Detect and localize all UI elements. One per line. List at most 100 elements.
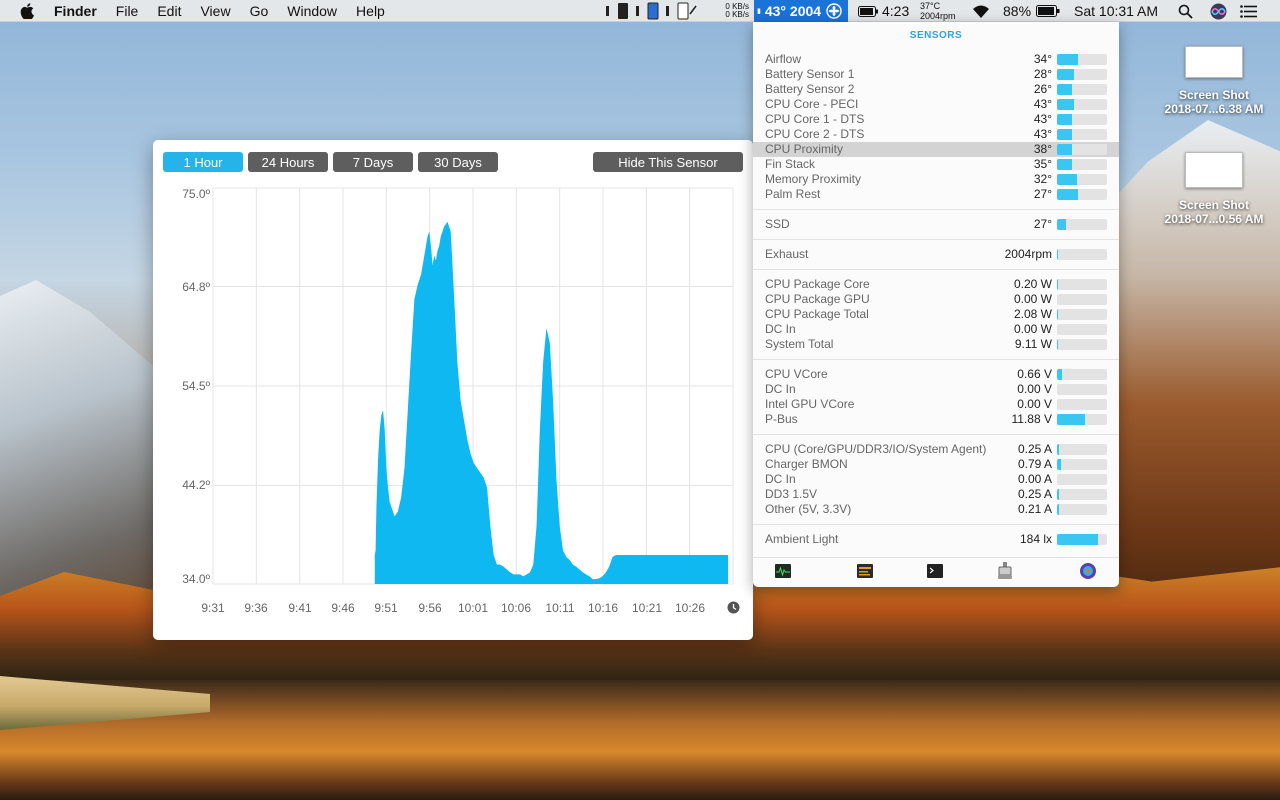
- temp-rpm-item[interactable]: 37°C 2004rpm: [920, 0, 956, 22]
- sensor-row[interactable]: Intel GPU VCore 0.00 V: [753, 397, 1119, 412]
- sensor-row[interactable]: Airflow 34°: [753, 52, 1119, 67]
- desktop-file-screenshot-1[interactable]: Screen Shot 2018-07...6.38 AM: [1158, 46, 1270, 116]
- sensor-level-fill: [1057, 504, 1059, 515]
- sensor-value: 0.25 A: [1017, 487, 1052, 501]
- battery-status[interactable]: 88%: [1003, 0, 1060, 22]
- notification-center-icon[interactable]: [1240, 0, 1257, 22]
- sensor-value: 43°: [1033, 112, 1052, 126]
- sensor-level-fill: [1057, 534, 1098, 545]
- temperature-area-chart: [212, 187, 734, 585]
- sensor-value: 26°: [1033, 82, 1052, 96]
- menu-window[interactable]: Window: [287, 3, 337, 19]
- sensor-value: 35°: [1033, 157, 1052, 171]
- sensor-row[interactable]: CPU Core - PECI 43°: [753, 97, 1119, 112]
- spotlight-search-icon[interactable]: [1178, 0, 1193, 22]
- sensor-label: Other (5V, 3.3V): [765, 502, 852, 516]
- sensor-row[interactable]: Battery Sensor 2 26°: [753, 82, 1119, 97]
- menu-file[interactable]: File: [116, 3, 139, 19]
- clock[interactable]: Sat 10:31 AM: [1074, 0, 1158, 22]
- clock-icon[interactable]: [727, 601, 740, 614]
- sensor-label: Exhaust: [765, 247, 809, 261]
- sensor-level-fill: [1057, 84, 1072, 95]
- sensor-level-bar: [1057, 369, 1107, 380]
- x-tick-label: 9:36: [244, 601, 268, 615]
- sensor-row[interactable]: CPU Proximity 38°: [753, 142, 1119, 157]
- sensor-level-bar: [1057, 534, 1107, 545]
- network-status[interactable]: 0 KB/s 0 KB/s: [714, 0, 749, 22]
- menu-help[interactable]: Help: [356, 3, 385, 19]
- file-name-line1: Screen Shot: [1178, 88, 1250, 102]
- sensor-row[interactable]: DC In 0.00 V: [753, 382, 1119, 397]
- x-tick-label: 9:46: [331, 601, 355, 615]
- sensor-row[interactable]: CPU Core 1 - DTS 43°: [753, 112, 1119, 127]
- sensor-row[interactable]: SSD 27°: [753, 217, 1119, 232]
- sensor-row[interactable]: Charger BMON 0.79 A: [753, 457, 1119, 472]
- sensors-title: SENSORS: [909, 30, 963, 41]
- system-information-icon[interactable]: [997, 562, 1013, 580]
- x-tick-label: 10:11: [545, 601, 575, 615]
- sensor-row[interactable]: CPU Package GPU 0.00 W: [753, 292, 1119, 307]
- status-meters[interactable]: [606, 0, 698, 22]
- sensor-label: Battery Sensor 1: [765, 67, 855, 81]
- sensor-row[interactable]: CPU Core 2 - DTS 43°: [753, 127, 1119, 142]
- sensor-level-bar: [1057, 249, 1107, 260]
- sensor-row[interactable]: Battery Sensor 1 28°: [753, 67, 1119, 82]
- sensor-row[interactable]: Memory Proximity 32°: [753, 172, 1119, 187]
- menu-edit[interactable]: Edit: [157, 3, 181, 19]
- sensor-row[interactable]: CPU Package Core 0.20 W: [753, 277, 1119, 292]
- terminal-icon[interactable]: [927, 564, 943, 578]
- file-thumbnail: [1185, 46, 1243, 78]
- sensor-row[interactable]: CPU Package Total 2.08 W: [753, 307, 1119, 322]
- sensor-value: 2004rpm: [1004, 247, 1052, 261]
- sensor-label: P-Bus: [765, 412, 798, 426]
- sensor-row[interactable]: Other (5V, 3.3V) 0.21 A: [753, 502, 1119, 517]
- sensor-label: CPU Package Core: [765, 277, 870, 291]
- battery-time-remaining: 4:23: [882, 3, 910, 19]
- sensor-level-fill: [1057, 444, 1059, 455]
- sensor-row[interactable]: Exhaust 2004rpm: [753, 247, 1119, 262]
- file-thumbnail: [1185, 152, 1243, 188]
- console-icon[interactable]: [857, 564, 873, 578]
- sensor-status-item[interactable]: ▮ 43° 2004: [754, 0, 849, 22]
- sensor-row[interactable]: Ambient Light 184 lx: [753, 532, 1119, 547]
- menu-app-finder[interactable]: Finder: [54, 3, 97, 19]
- sensor-row[interactable]: DD3 1.5V 0.25 A: [753, 487, 1119, 502]
- desktop-file-screenshot-2[interactable]: Screen Shot 2018-07...0.56 AM: [1158, 152, 1270, 226]
- siri-icon[interactable]: [1210, 0, 1227, 22]
- section-divider: [753, 269, 1119, 270]
- activity-monitor-icon[interactable]: [775, 564, 791, 578]
- sensor-row[interactable]: CPU VCore 0.66 V: [753, 367, 1119, 382]
- sensor-row[interactable]: DC In 0.00 A: [753, 472, 1119, 487]
- apple-menu-icon[interactable]: [20, 2, 34, 19]
- section-divider: [753, 434, 1119, 435]
- menubar: Finder File Edit View Go Window Help 0 K…: [0, 0, 1280, 22]
- sensor-row[interactable]: Palm Rest 27°: [753, 187, 1119, 202]
- sensor-label: CPU Proximity: [765, 142, 844, 156]
- wifi-icon[interactable]: [971, 0, 991, 22]
- menu-go[interactable]: Go: [250, 3, 269, 19]
- sensor-level-bar: [1057, 459, 1107, 470]
- sensor-level-bar: [1057, 279, 1107, 290]
- battery-time-item[interactable]: 4:23: [858, 0, 909, 22]
- sensor-label: Fin Stack: [765, 157, 816, 171]
- sensor-value: 0.79 A: [1017, 457, 1052, 471]
- sensor-level-bar: [1057, 219, 1107, 230]
- sensor-label: Intel GPU VCore: [765, 397, 855, 411]
- sensor-row[interactable]: P-Bus 11.88 V: [753, 412, 1119, 427]
- sensor-label: CPU Package GPU: [765, 292, 870, 306]
- sensor-row[interactable]: CPU (Core/GPU/DDR3/IO/System Agent) 0.25 …: [753, 442, 1119, 457]
- sensor-row[interactable]: System Total 9.11 W: [753, 337, 1119, 352]
- sensor-level-bar: [1057, 174, 1107, 185]
- menu-view[interactable]: View: [200, 3, 230, 19]
- fan-icon: [826, 3, 842, 19]
- sensor-level-bar: [1057, 129, 1107, 140]
- sensor-label: CPU Core 1 - DTS: [765, 112, 865, 126]
- sensor-row[interactable]: DC In 0.00 W: [753, 322, 1119, 337]
- disk-utility-icon[interactable]: [1079, 562, 1097, 580]
- sensor-level-bar: [1057, 324, 1107, 335]
- sensor-level-bar: [1057, 504, 1107, 515]
- sensor-value: 0.00 W: [1013, 322, 1052, 336]
- sensor-row[interactable]: Fin Stack 35°: [753, 157, 1119, 172]
- sensor-level-fill: [1057, 279, 1058, 290]
- sensor-level-fill: [1057, 369, 1062, 380]
